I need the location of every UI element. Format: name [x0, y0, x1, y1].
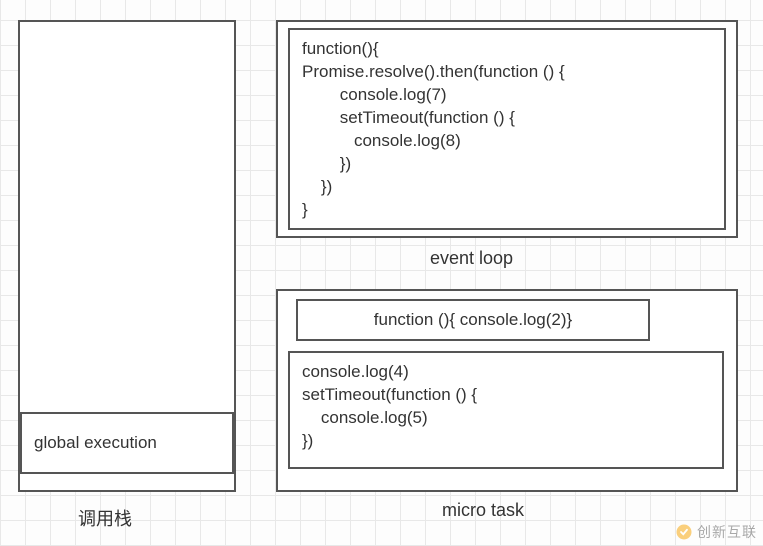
- micro-task-item-2-code: console.log(4) setTimeout(function () { …: [302, 361, 710, 453]
- call-stack-caption: 调用栈: [78, 505, 132, 531]
- event-loop-caption: event loop: [430, 248, 513, 269]
- micro-task-item-1: function (){ console.log(2)}: [296, 299, 650, 341]
- event-loop-task: function(){ Promise.resolve().then(funct…: [288, 28, 726, 230]
- event-loop-code: function(){ Promise.resolve().then(funct…: [302, 38, 712, 222]
- watermark-icon: [675, 523, 693, 541]
- global-execution-label: global execution: [34, 433, 157, 453]
- watermark: 创新互联: [675, 522, 757, 542]
- watermark-text: 创新互联: [697, 522, 757, 542]
- micro-task-item-2: console.log(4) setTimeout(function () { …: [288, 351, 724, 469]
- micro-task-caption: micro task: [442, 500, 524, 521]
- global-execution-frame: global execution: [20, 412, 234, 474]
- micro-task-item-1-code: function (){ console.log(2)}: [374, 309, 572, 332]
